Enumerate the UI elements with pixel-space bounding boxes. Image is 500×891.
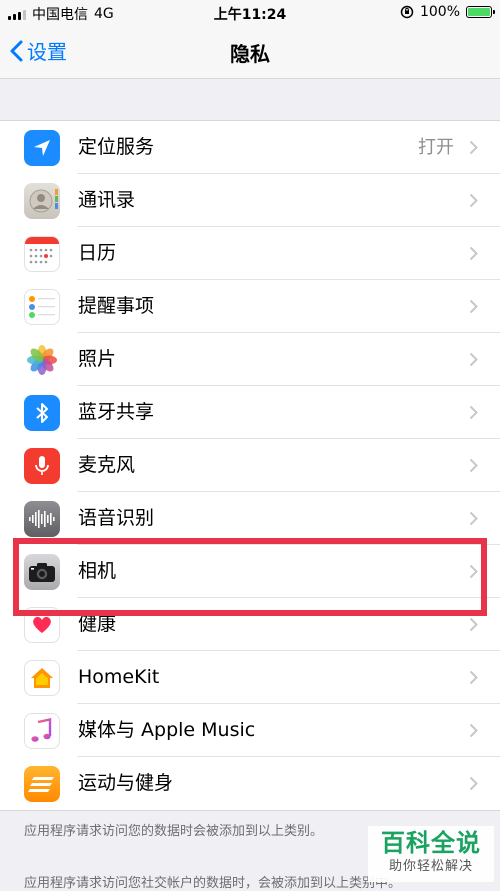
chevron-right-icon — [469, 140, 478, 155]
watermark-subtitle: 助你轻松解决 — [388, 859, 473, 874]
chevron-right-icon — [469, 246, 478, 261]
chevron-right-icon — [469, 617, 478, 632]
row-label: 媒体与 Apple Music — [78, 719, 256, 741]
row-value: 打开 — [418, 137, 454, 158]
orientation-lock-icon — [400, 5, 414, 19]
row-label: 照片 — [78, 348, 117, 370]
row-label: 日历 — [78, 242, 117, 264]
microphone-icon — [24, 448, 60, 484]
list-item-health[interactable]: 健康 — [0, 598, 500, 651]
motion-fitness-icon — [24, 766, 60, 802]
photos-icon — [24, 342, 60, 378]
chevron-right-icon — [469, 511, 478, 526]
battery-fill — [468, 8, 490, 16]
list-item-speech-recognition[interactable]: 语音识别 — [0, 492, 500, 545]
chevron-right-icon — [469, 776, 478, 791]
reminders-icon — [24, 289, 60, 325]
row-label: 运动与健身 — [78, 772, 174, 794]
camera-icon — [24, 554, 60, 590]
list-item-media-apple-music[interactable]: 媒体与 Apple Music — [0, 704, 500, 757]
privacy-list: 定位服务 打开 通讯录 日历 提醒事项 照片 蓝牙共享 麦克风 语音识别 相机 … — [0, 120, 500, 811]
row-label: 语音识别 — [78, 507, 155, 529]
health-icon — [24, 607, 60, 643]
list-item-camera[interactable]: 相机 — [0, 545, 500, 598]
status-bar: 中国电信 4G 上午11:24 100% — [0, 0, 500, 26]
battery-icon — [466, 6, 495, 18]
music-icon — [24, 713, 60, 749]
calendar-icon — [24, 236, 60, 272]
footer-note: 应用程序请求访问您的数据时会被添加到以上类别。 — [24, 824, 324, 839]
list-item-location-services[interactable]: 定位服务 打开 — [0, 121, 500, 174]
row-label: 相机 — [78, 560, 117, 582]
location-arrow-icon — [24, 130, 60, 166]
list-item-reminders[interactable]: 提醒事项 — [0, 280, 500, 333]
chevron-right-icon — [469, 405, 478, 420]
battery-percent: 100% — [419, 4, 460, 20]
list-item-calendar[interactable]: 日历 — [0, 227, 500, 280]
watermark-logo: 百科全说 助你轻松解决 — [368, 826, 494, 882]
list-item-photos[interactable]: 照片 — [0, 333, 500, 386]
speech-recognition-icon — [24, 501, 60, 537]
row-label: 健康 — [78, 613, 117, 635]
navigation-bar: 设置 隐私 — [0, 26, 500, 79]
footer-note-social: 应用程序请求访问您社交帐户的数据时，会被添加到以上类别中。 — [24, 876, 402, 891]
row-label: 定位服务 — [78, 136, 155, 158]
row-label: 麦克风 — [78, 454, 136, 476]
bluetooth-icon — [24, 395, 60, 431]
chevron-right-icon — [469, 723, 478, 738]
chevron-right-icon — [469, 193, 478, 208]
list-item-homekit[interactable]: HomeKit — [0, 651, 500, 704]
chevron-right-icon — [469, 458, 478, 473]
row-label: 通讯录 — [78, 189, 136, 211]
status-right: 100% — [400, 4, 495, 20]
row-label: 蓝牙共享 — [78, 401, 155, 423]
chevron-right-icon — [469, 670, 478, 685]
row-label: HomeKit — [78, 666, 160, 688]
row-label: 提醒事项 — [78, 295, 155, 317]
chevron-right-icon — [469, 564, 478, 579]
chevron-right-icon — [469, 352, 478, 367]
contacts-icon — [24, 183, 60, 219]
watermark-title: 百科全说 — [381, 829, 481, 857]
list-item-microphone[interactable]: 麦克风 — [0, 439, 500, 492]
list-item-bluetooth-sharing[interactable]: 蓝牙共享 — [0, 386, 500, 439]
page-title: 隐私 — [230, 42, 270, 66]
list-item-motion-fitness[interactable]: 运动与健身 — [0, 757, 500, 810]
homekit-icon — [24, 660, 60, 696]
list-item-contacts[interactable]: 通讯录 — [0, 174, 500, 227]
chevron-right-icon — [469, 299, 478, 314]
